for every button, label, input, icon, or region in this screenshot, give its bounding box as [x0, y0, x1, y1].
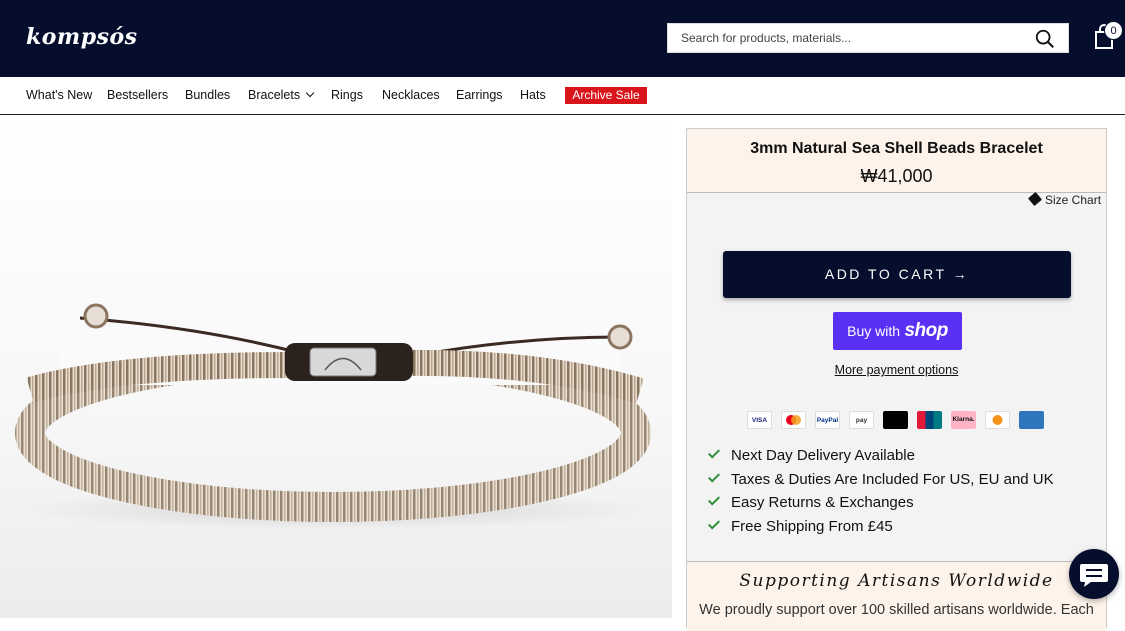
shop-pay-prefix: Buy with	[847, 323, 901, 339]
product-panel: 3mm Natural Sea Shell Beads Bracelet ₩41…	[686, 128, 1107, 631]
artisans-text: We proudly support over 100 skilled arti…	[699, 602, 1094, 618]
search-icon[interactable]	[1034, 28, 1056, 50]
amex-icon	[1019, 411, 1044, 429]
feature-item: Taxes & Duties Are Included For US, EU a…	[707, 469, 1054, 495]
size-chart-label: Size Chart	[1045, 193, 1102, 207]
nav-item-whats-new[interactable]: What's New	[26, 88, 92, 102]
nav-item-bracelets[interactable]: Bracelets	[248, 88, 315, 102]
product-price: ₩41,000	[860, 166, 933, 186]
more-payment-options-link[interactable]: More payment options	[687, 363, 1106, 377]
check-icon	[707, 493, 721, 506]
size-chart-link[interactable]: Size Chart	[1027, 191, 1102, 207]
feature-item: Next Day Delivery Available	[707, 446, 1054, 471]
apple-pay-icon	[883, 411, 908, 429]
chevron-down-icon	[305, 88, 315, 98]
cart-count-badge: 0	[1104, 21, 1123, 40]
nav-item-necklaces[interactable]: Necklaces	[382, 88, 440, 102]
shop-pay-button[interactable]: Buy with shop	[833, 312, 962, 350]
search-bar	[667, 23, 1069, 53]
payment-icons: VISA PayPal pay Klarna.	[747, 411, 1047, 431]
paypal-icon: PayPal	[815, 411, 840, 429]
bracelet-image	[15, 303, 655, 530]
add-to-cart-label: ADD TO CART	[824, 266, 947, 282]
check-icon	[707, 516, 721, 530]
bitcoin-icon	[985, 411, 1010, 429]
feature-label: Easy Returns & Exchanges	[731, 494, 914, 511]
visa-icon: VISA	[747, 411, 772, 429]
add-to-cart-button[interactable]: ADD TO CART →	[723, 251, 1071, 298]
product-header: 3mm Natural Sea Shell Beads Bracelet ₩41…	[687, 129, 1106, 193]
nav-item-bracelets-label: Bracelets	[248, 88, 301, 102]
logo[interactable]: kompsós	[26, 24, 138, 50]
feature-label: Taxes & Duties Are Included For US, EU a…	[731, 470, 1054, 488]
feature-label: Free Shipping From £45	[731, 517, 893, 535]
arrow-right-icon: →	[952, 266, 970, 282]
feature-list: Next Day Delivery Available Taxes & Duti…	[707, 446, 1054, 542]
feature-item: Easy Returns & Exchanges	[707, 493, 1054, 518]
site-header: kompsós 0	[0, 0, 1125, 77]
google-pay-icon: pay	[849, 411, 874, 429]
check-icon	[707, 446, 721, 459]
nav-item-hats[interactable]: Hats	[520, 88, 546, 102]
feature-item: Free Shipping From £45	[707, 516, 1054, 542]
nav-item-archive-sale[interactable]: Archive Sale	[565, 87, 647, 104]
product-image[interactable]	[0, 115, 672, 618]
search-input[interactable]	[668, 24, 1028, 52]
nav-item-bestsellers[interactable]: Bestsellers	[107, 88, 168, 102]
nav-item-rings[interactable]: Rings	[331, 88, 363, 102]
unionpay-icon	[917, 411, 942, 429]
nav-item-bundles[interactable]: Bundles	[185, 88, 230, 102]
ruler-icon	[1027, 191, 1043, 207]
artisans-section: Supporting Artisans Worldwide We proudly…	[687, 561, 1106, 631]
chat-button[interactable]	[1069, 549, 1119, 599]
artisans-title: Supporting Artisans Worldwide	[739, 571, 1054, 591]
feature-label: Next Day Delivery Available	[731, 447, 915, 464]
klarna-icon: Klarna.	[951, 411, 976, 429]
main-nav: What's New Bestsellers Bundles Bracelets…	[0, 77, 1125, 115]
nav-item-earrings[interactable]: Earrings	[456, 88, 503, 102]
mastercard-icon	[781, 411, 806, 429]
product-title: 3mm Natural Sea Shell Beads Bracelet	[750, 140, 1043, 157]
check-icon	[707, 469, 721, 483]
shop-pay-logo: shop	[904, 320, 948, 341]
chat-bubble-icon	[1080, 564, 1108, 587]
